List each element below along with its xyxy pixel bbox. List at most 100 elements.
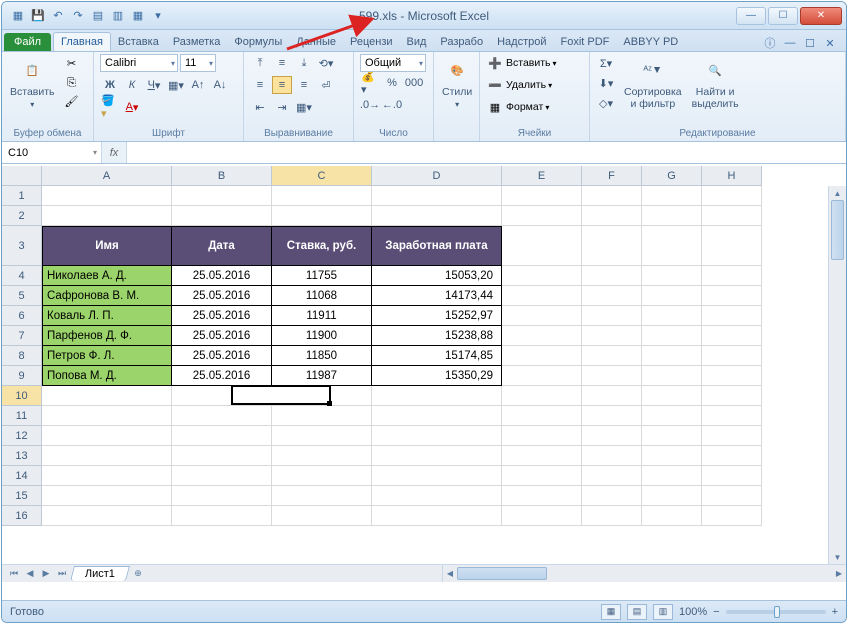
cell[interactable] — [582, 426, 642, 446]
column-header[interactable]: C — [272, 166, 372, 186]
tab-layout[interactable]: Разметка — [166, 33, 228, 51]
cell[interactable] — [582, 386, 642, 406]
cell[interactable]: Парфенов Д. Ф. — [42, 326, 172, 346]
cell[interactable]: Сафронова В. М. — [42, 286, 172, 306]
cell[interactable]: 15350,29 — [372, 366, 502, 386]
cell[interactable] — [702, 406, 762, 426]
format-cells-icon[interactable]: ▦ — [486, 98, 504, 116]
zoom-level[interactable]: 100% — [679, 606, 707, 618]
cell[interactable] — [642, 446, 702, 466]
cell[interactable] — [172, 486, 272, 506]
worksheet-grid[interactable]: ABCDEFGH 12345678910111213141516 ИмяДата… — [2, 166, 846, 582]
column-header[interactable]: A — [42, 166, 172, 186]
cell[interactable]: 11068 — [272, 286, 372, 306]
cell[interactable] — [642, 406, 702, 426]
cell[interactable] — [42, 406, 172, 426]
cell[interactable] — [502, 466, 582, 486]
column-header[interactable]: G — [642, 166, 702, 186]
percent-button[interactable]: % — [382, 74, 402, 92]
tab-insert[interactable]: Вставка — [111, 33, 166, 51]
paste-button[interactable]: 📋 Вставить ▾ — [8, 54, 57, 111]
cell[interactable] — [502, 226, 582, 266]
row-header[interactable]: 3 — [2, 226, 42, 266]
cell[interactable] — [582, 406, 642, 426]
close-button[interactable]: ✕ — [800, 7, 842, 25]
tab-data[interactable]: Данные — [289, 33, 343, 51]
underline-button[interactable]: Ч▾ — [144, 76, 164, 94]
cell[interactable] — [702, 286, 762, 306]
cell[interactable] — [372, 446, 502, 466]
cell[interactable] — [642, 386, 702, 406]
doc-restore-icon[interactable]: ☐ — [802, 35, 818, 51]
qat-icon[interactable]: ▥ — [110, 8, 126, 24]
cell[interactable] — [702, 346, 762, 366]
tab-formulas[interactable]: Формулы — [227, 33, 289, 51]
sheet-nav-first[interactable]: ⏮ — [6, 568, 22, 579]
tab-abbyy[interactable]: ABBYY PD — [616, 33, 685, 51]
cell[interactable] — [702, 446, 762, 466]
align-mid-button[interactable]: ≡ — [272, 54, 292, 72]
column-header[interactable]: D — [372, 166, 502, 186]
border-button[interactable]: ▦▾ — [166, 76, 186, 94]
cell[interactable] — [702, 386, 762, 406]
row-header[interactable]: 4 — [2, 266, 42, 286]
font-name-combo[interactable]: Calibri — [100, 54, 178, 72]
indent-inc-button[interactable]: ⇥ — [272, 98, 292, 116]
row-header[interactable]: 16 — [2, 506, 42, 526]
cell[interactable] — [502, 446, 582, 466]
currency-button[interactable]: 💰▾ — [360, 74, 380, 92]
cell[interactable] — [582, 486, 642, 506]
cell[interactable] — [642, 466, 702, 486]
cell[interactable] — [502, 426, 582, 446]
cell[interactable] — [642, 286, 702, 306]
cell[interactable] — [582, 346, 642, 366]
cell[interactable] — [272, 486, 372, 506]
cell[interactable] — [272, 406, 372, 426]
file-tab[interactable]: Файл — [4, 33, 51, 51]
cell[interactable] — [702, 306, 762, 326]
cell[interactable]: 15252,97 — [372, 306, 502, 326]
page-break-view-button[interactable]: ▥ — [653, 604, 673, 620]
clear-button[interactable]: ◇▾ — [596, 94, 616, 112]
cell[interactable] — [372, 426, 502, 446]
cell[interactable]: Заработная плата — [372, 226, 502, 266]
cell[interactable] — [172, 406, 272, 426]
cell[interactable] — [272, 426, 372, 446]
cell[interactable] — [272, 386, 372, 406]
cell[interactable] — [502, 386, 582, 406]
cell[interactable] — [502, 326, 582, 346]
align-bot-button[interactable]: ⤓ — [294, 54, 314, 72]
cell[interactable] — [702, 486, 762, 506]
cell[interactable]: 15174,85 — [372, 346, 502, 366]
cell[interactable] — [372, 386, 502, 406]
align-right-button[interactable]: ≡ — [294, 76, 314, 94]
cell[interactable] — [642, 506, 702, 526]
cell[interactable] — [702, 506, 762, 526]
cell[interactable] — [502, 206, 582, 226]
cell[interactable] — [702, 366, 762, 386]
cell[interactable] — [502, 306, 582, 326]
cell[interactable] — [582, 306, 642, 326]
cell[interactable] — [272, 206, 372, 226]
cell[interactable] — [272, 506, 372, 526]
cell[interactable]: Ставка, руб. — [272, 226, 372, 266]
cell[interactable] — [642, 186, 702, 206]
cell[interactable] — [172, 386, 272, 406]
doc-close-icon[interactable]: ✕ — [822, 35, 838, 51]
cell[interactable] — [502, 366, 582, 386]
format-painter-icon[interactable]: 🖌 — [63, 93, 81, 111]
cell[interactable]: 25.05.2016 — [172, 286, 272, 306]
row-header[interactable]: 11 — [2, 406, 42, 426]
cell[interactable]: 11987 — [272, 366, 372, 386]
cell[interactable] — [642, 486, 702, 506]
row-header[interactable]: 6 — [2, 306, 42, 326]
cell[interactable] — [642, 206, 702, 226]
qat-icon[interactable]: ▤ — [90, 8, 106, 24]
tab-addins[interactable]: Надстрой — [490, 33, 553, 51]
cell[interactable]: 11911 — [272, 306, 372, 326]
sheet-nav-next[interactable]: ▶ — [38, 568, 54, 579]
cell[interactable] — [272, 466, 372, 486]
cell[interactable] — [582, 466, 642, 486]
sort-filter-button[interactable]: ᴬᶻ▼ Сортировка и фильтр — [622, 54, 684, 112]
name-box[interactable]: C10 — [2, 142, 102, 163]
